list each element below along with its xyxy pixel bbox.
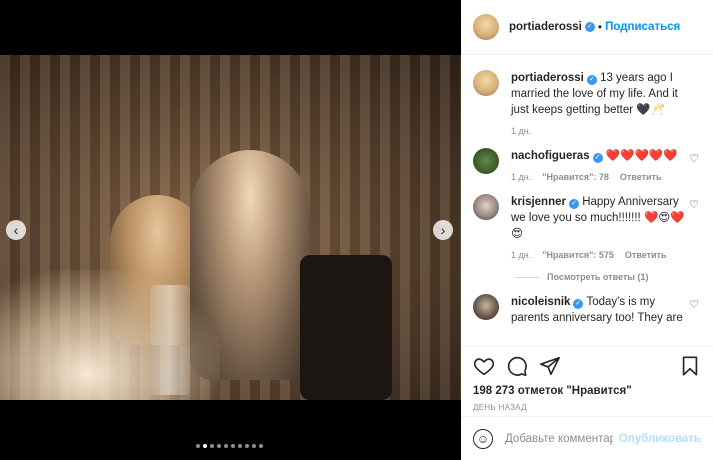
verified-badge-icon: ✓ [592, 153, 603, 163]
post-side-panel: portiaderossi ✓ • Подписаться portiadero… [461, 0, 713, 460]
reply-button[interactable]: Ответить [620, 172, 662, 182]
smiley-icon[interactable]: ☺ [473, 428, 493, 449]
carousel-dot [245, 444, 249, 448]
carousel-dots [196, 444, 263, 448]
carousel-dot [210, 444, 214, 448]
post-photo[interactable] [0, 55, 461, 400]
comment-like-heart-icon[interactable]: ♡ [689, 298, 699, 311]
comment-username[interactable]: nachofigueras [511, 150, 590, 162]
add-comment-bar: ☺ Опубликовать [461, 416, 713, 460]
carousel-dot [203, 444, 207, 448]
carousel-dot [231, 444, 235, 448]
comment-likes[interactable]: "Нравится": 78 [542, 172, 609, 182]
post-date[interactable]: ДЕНЬ НАЗАД [473, 403, 701, 412]
verified-badge-icon: ✓ [568, 199, 579, 209]
comment-username[interactable]: nicoleisnik [511, 296, 570, 308]
comment-likes[interactable]: "Нравится": 575 [542, 250, 614, 260]
chair [300, 255, 392, 400]
comment-username[interactable]: krisjenner [511, 196, 566, 208]
caption-author[interactable]: portiaderossi [511, 72, 584, 84]
comment-avatar[interactable] [473, 294, 499, 320]
comment-like-heart-icon[interactable]: ♡ [689, 198, 699, 211]
comment-time[interactable]: 1 дн. [511, 172, 531, 182]
separator-dot: • [597, 20, 603, 34]
comment-icon[interactable] [506, 355, 528, 377]
carousel-dot [238, 444, 242, 448]
comment-item: nachofigueras ✓ ❤️❤️❤️❤️❤️ 1 дн. "Нравитс… [473, 148, 701, 182]
post-header: portiaderossi ✓ • Подписаться [461, 0, 713, 55]
reply-button[interactable]: Ответить [625, 250, 667, 260]
caption-time[interactable]: 1 дн. [511, 126, 531, 136]
comment-avatar[interactable] [473, 148, 499, 174]
chevron-right-icon: › [440, 222, 446, 238]
chevron-left-icon: ‹ [13, 222, 19, 238]
carousel-dot [259, 444, 263, 448]
author-username[interactable]: portiaderossi [509, 21, 582, 33]
verified-badge-icon: ✓ [586, 75, 597, 85]
carousel-dot [224, 444, 228, 448]
verified-badge-icon: ✓ [573, 299, 584, 309]
comment-like-heart-icon[interactable]: ♡ [689, 152, 699, 165]
comment-time[interactable]: 1 дн. [511, 250, 531, 260]
comment-text: ❤️❤️❤️❤️❤️ [605, 150, 678, 162]
post-actions: 198 273 отметок "Нравится" ДЕНЬ НАЗАД [461, 346, 713, 416]
view-replies-label: Посмотреть ответы (1) [547, 272, 649, 282]
post-media: ‹ › [0, 0, 461, 460]
bookmark-icon[interactable] [679, 355, 701, 377]
caption-author-avatar[interactable] [473, 70, 499, 96]
comment-item: nicoleisnik ✓ Today's is my parents anniv… [473, 294, 701, 326]
follow-button[interactable]: Подписаться [605, 21, 680, 33]
heart-icon[interactable] [473, 355, 495, 377]
replies-divider [515, 276, 539, 278]
view-replies-button[interactable]: Посмотреть ответы (1) [515, 272, 701, 282]
verified-badge-icon: ✓ [584, 22, 595, 32]
caption: portiaderossi ✓ 13 years ago I married th… [473, 70, 701, 136]
carousel-dot [217, 444, 221, 448]
publish-button[interactable]: Опубликовать [619, 433, 701, 445]
comment-avatar[interactable] [473, 194, 499, 220]
likes-count[interactable]: 198 273 отметок "Нравится" [473, 385, 701, 397]
comment-item: krisjenner ✓ Happy Anniversary we love yo… [473, 194, 701, 260]
carousel-dot [196, 444, 200, 448]
carousel-next-button[interactable]: › [433, 220, 453, 240]
share-icon[interactable] [539, 355, 561, 377]
wine-glass [150, 285, 190, 395]
comments-list[interactable]: portiaderossi ✓ 13 years ago I married th… [461, 56, 713, 346]
carousel-dot [252, 444, 256, 448]
carousel-prev-button[interactable]: ‹ [6, 220, 26, 240]
author-avatar[interactable] [473, 14, 499, 40]
comment-input[interactable] [505, 432, 613, 445]
